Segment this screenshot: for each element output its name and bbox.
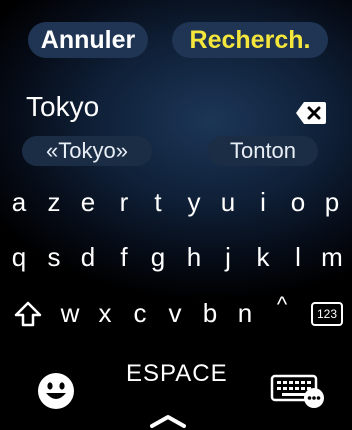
cancel-button[interactable]: Annuler bbox=[28, 22, 148, 58]
key-b[interactable]: b bbox=[197, 296, 223, 330]
key-n[interactable]: n bbox=[232, 296, 258, 330]
key-m[interactable]: m bbox=[319, 240, 345, 274]
key-u[interactable]: u bbox=[215, 185, 241, 219]
delete-icon[interactable] bbox=[295, 101, 327, 125]
keyboard-icon[interactable] bbox=[270, 373, 326, 409]
key-x[interactable]: x bbox=[92, 296, 118, 330]
grabber-icon[interactable] bbox=[148, 412, 188, 430]
search-button[interactable]: Recherch. bbox=[172, 22, 328, 58]
key-f[interactable]: f bbox=[111, 240, 137, 274]
key-y[interactable]: y bbox=[181, 185, 207, 219]
key-q[interactable]: q bbox=[6, 240, 32, 274]
key-s[interactable]: s bbox=[41, 240, 67, 274]
key-z[interactable]: z bbox=[41, 185, 67, 219]
key-w[interactable]: w bbox=[57, 296, 83, 330]
key-a[interactable]: a bbox=[6, 185, 32, 219]
key-v[interactable]: v bbox=[162, 296, 188, 330]
key-t[interactable]: t bbox=[145, 185, 171, 219]
key-l[interactable]: l bbox=[285, 240, 311, 274]
text-field-value[interactable]: Tokyo bbox=[26, 91, 99, 123]
key-r[interactable]: r bbox=[111, 185, 137, 219]
numbers-key[interactable]: 123 bbox=[311, 302, 343, 326]
emoji-icon[interactable] bbox=[37, 372, 75, 410]
key-j[interactable]: j bbox=[215, 240, 241, 274]
key-p[interactable]: p bbox=[319, 185, 345, 219]
suggestion-word[interactable]: Tonton bbox=[208, 136, 318, 166]
key-d[interactable]: d bbox=[75, 240, 101, 274]
suggestion-literal[interactable]: «Tokyo» bbox=[22, 136, 152, 166]
key-i[interactable]: i bbox=[250, 185, 276, 219]
key-k[interactable]: k bbox=[250, 240, 276, 274]
shift-icon[interactable] bbox=[13, 300, 43, 328]
space-key[interactable]: ESPACE bbox=[126, 360, 228, 388]
key-o[interactable]: o bbox=[285, 185, 311, 219]
key-c[interactable]: c bbox=[127, 296, 153, 330]
key-e[interactable]: e bbox=[75, 185, 101, 219]
key-circumflex[interactable]: ^ bbox=[269, 288, 295, 322]
key-g[interactable]: g bbox=[145, 240, 171, 274]
key-h[interactable]: h bbox=[181, 240, 207, 274]
